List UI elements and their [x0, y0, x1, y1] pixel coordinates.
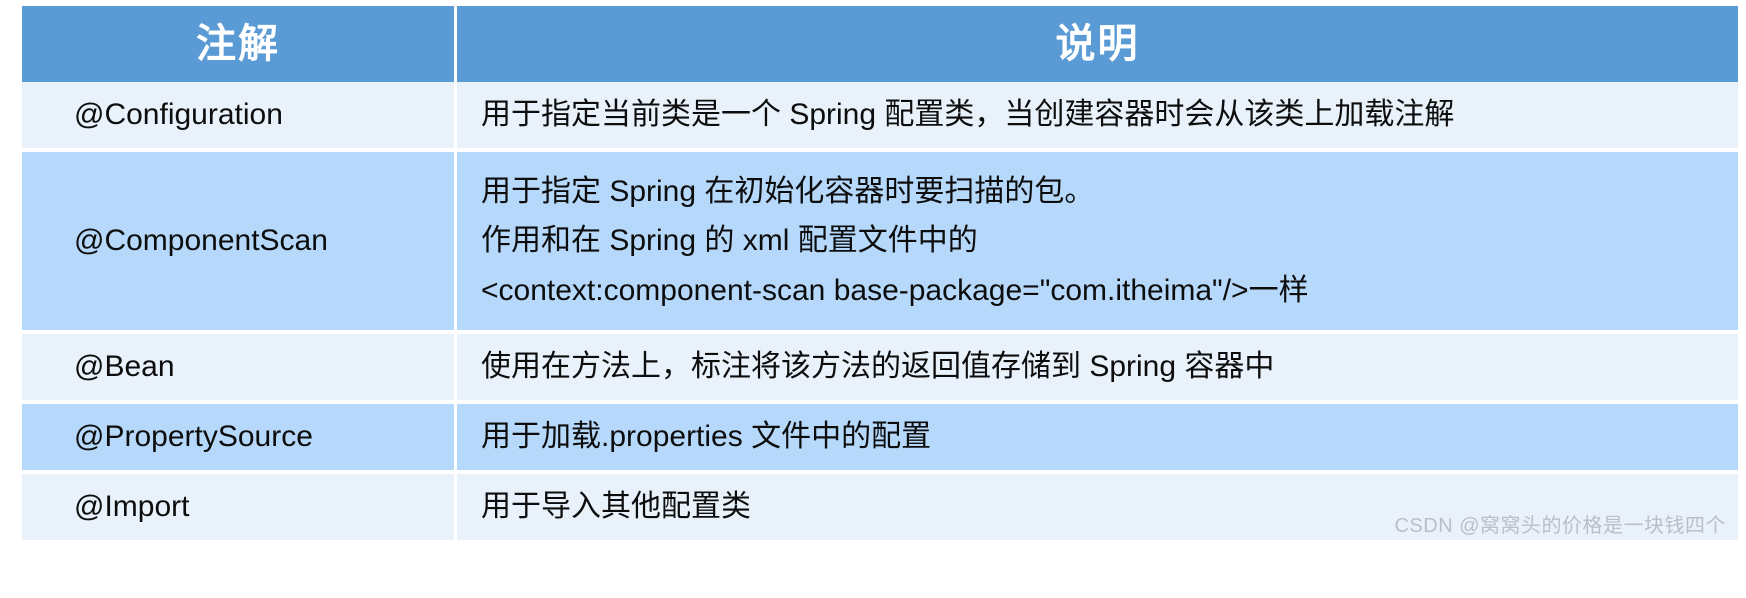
- cell-annotation-description: 用于指定 Spring 在初始化容器时要扫描的包。 作用和在 Spring 的 …: [457, 148, 1738, 330]
- cell-annotation-name: @Configuration: [22, 82, 457, 148]
- cell-annotation-name: @Import: [22, 470, 457, 540]
- cell-annotation-description: 用于加载.properties 文件中的配置: [457, 400, 1738, 470]
- description-line: 用于指定当前类是一个 Spring 配置类，当创建容器时会从该类上加载注解: [481, 97, 1455, 131]
- description-line: 用于加载.properties 文件中的配置: [481, 419, 932, 453]
- header-row: 注解 说明: [22, 6, 1738, 82]
- cell-annotation-description: 用于导入其他配置类: [457, 470, 1738, 540]
- cell-annotation-name: @ComponentScan: [22, 148, 457, 330]
- description-line: 使用在方法上，标注将该方法的返回值存储到 Spring 容器中: [481, 349, 1275, 383]
- description-line: <context:component-scan base-package="co…: [481, 273, 1309, 307]
- header-cell-annotation: 注解: [22, 6, 457, 82]
- description-line: 用于导入其他配置类: [481, 489, 751, 523]
- description-line: 用于指定 Spring 在初始化容器时要扫描的包。: [481, 174, 1095, 208]
- annotation-table-container: 注解 说明 @Configuration 用于指定当前类是一个 Spring 配…: [0, 0, 1746, 598]
- table-header: 注解 说明: [22, 6, 1738, 82]
- cell-annotation-name: @Bean: [22, 330, 457, 400]
- description-multiline: 用于指定 Spring 在初始化容器时要扫描的包。 作用和在 Spring 的 …: [481, 167, 1724, 316]
- table-row: @ComponentScan 用于指定 Spring 在初始化容器时要扫描的包。…: [22, 148, 1738, 330]
- cell-annotation-description: 使用在方法上，标注将该方法的返回值存储到 Spring 容器中: [457, 330, 1738, 400]
- header-cell-description: 说明: [457, 6, 1738, 82]
- table-row: @Bean 使用在方法上，标注将该方法的返回值存储到 Spring 容器中: [22, 330, 1738, 400]
- spring-annotation-table: 注解 说明 @Configuration 用于指定当前类是一个 Spring 配…: [22, 6, 1738, 540]
- cell-annotation-description: 用于指定当前类是一个 Spring 配置类，当创建容器时会从该类上加载注解: [457, 82, 1738, 148]
- table-row: @Configuration 用于指定当前类是一个 Spring 配置类，当创建…: [22, 82, 1738, 148]
- table-row: @PropertySource 用于加载.properties 文件中的配置: [22, 400, 1738, 470]
- description-line: 作用和在 Spring 的 xml 配置文件中的: [481, 224, 978, 258]
- table-body: @Configuration 用于指定当前类是一个 Spring 配置类，当创建…: [22, 82, 1738, 540]
- cell-annotation-name: @PropertySource: [22, 400, 457, 470]
- table-row: @Import 用于导入其他配置类: [22, 470, 1738, 540]
